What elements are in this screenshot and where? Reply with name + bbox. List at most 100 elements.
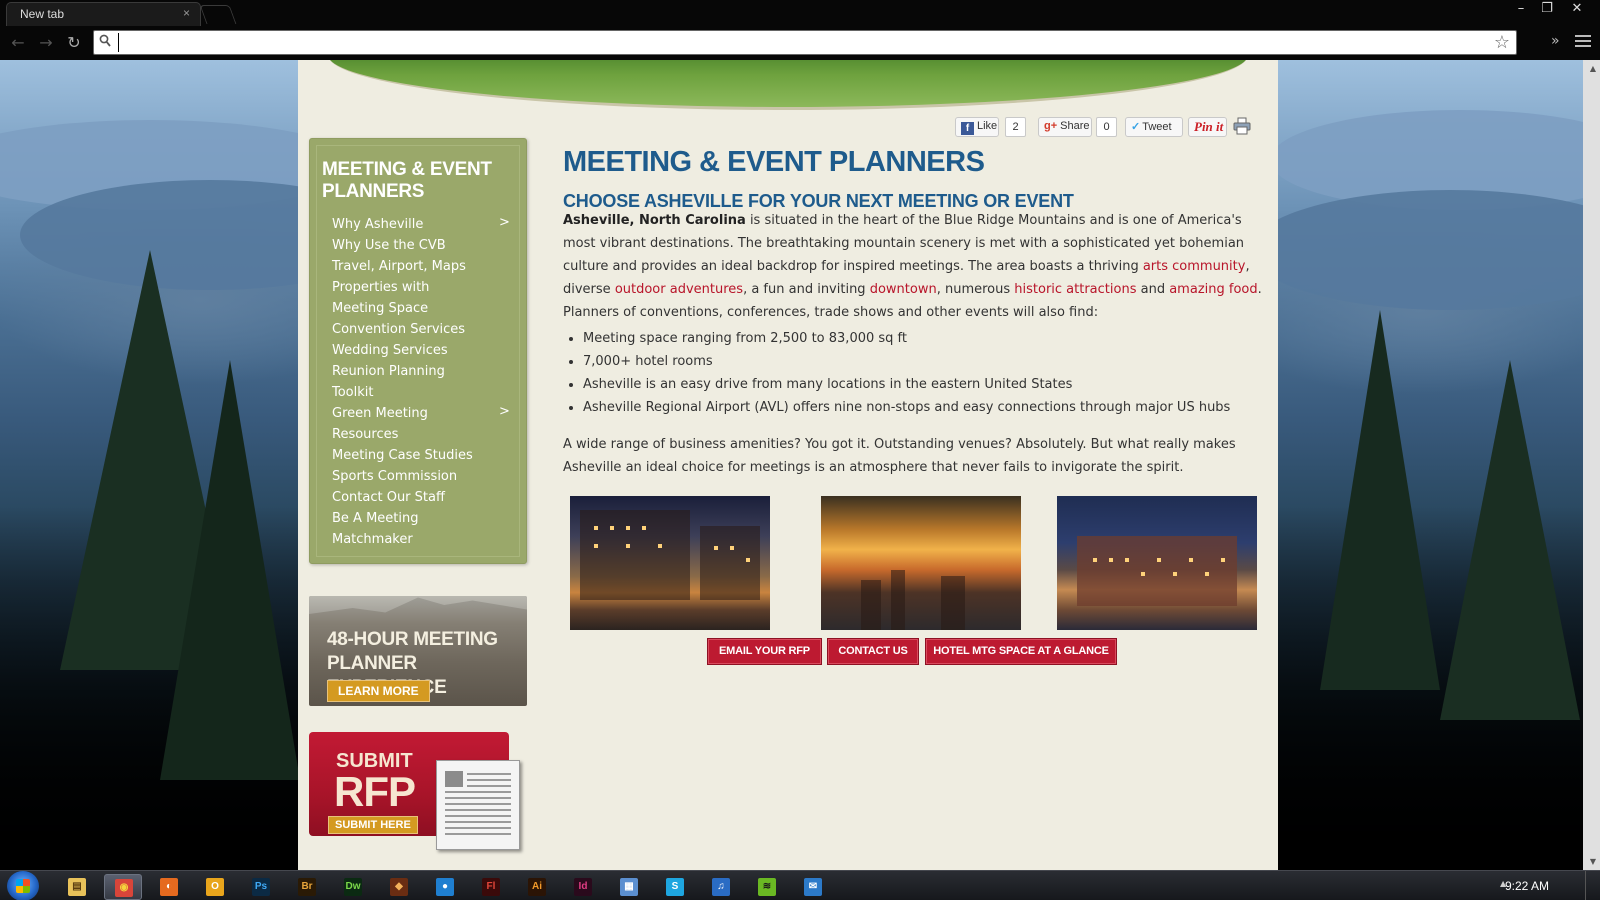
- taskbar-app-dreamweaver[interactable]: Dw: [334, 874, 372, 900]
- downtown-link[interactable]: downtown: [870, 282, 937, 297]
- sidebar-heading: MEETING & EVENT PLANNERS: [322, 159, 492, 202]
- search-icon: [99, 34, 111, 52]
- show-desktop-button[interactable]: [1585, 871, 1600, 900]
- start-button[interactable]: [7, 871, 39, 900]
- amazing-food-link[interactable]: amazing food: [1169, 282, 1257, 297]
- explorer-icon: ▤: [68, 878, 86, 896]
- content-column: f Like 2 g+ Share 0 ✓ Tweet Pin it MEETING …: [298, 60, 1278, 870]
- scroll-up-icon[interactable]: ▲: [1590, 64, 1596, 73]
- intro-text: and: [1136, 282, 1170, 297]
- browser-chrome: New tab × – ❐ ✕ ← → ↻ ☆ »: [0, 0, 1600, 60]
- mountain-ridge: [1250, 190, 1600, 310]
- google-plus-share-button[interactable]: g+ Share: [1038, 117, 1092, 137]
- taskbar-app-itunes[interactable]: ♫: [702, 874, 740, 900]
- submit-here-button[interactable]: SUBMIT HERE: [328, 816, 418, 834]
- pinterest-button[interactable]: Pin it: [1188, 117, 1227, 137]
- address-bar[interactable]: ☆: [93, 30, 1517, 55]
- arts-community-link[interactable]: arts community: [1143, 259, 1246, 274]
- taskbar-app-chrome[interactable]: ◉: [104, 874, 142, 900]
- taskbar-app-photoshop[interactable]: Ps: [242, 874, 280, 900]
- historic-attractions-link[interactable]: historic attractions: [1014, 282, 1136, 297]
- sidebar-item-matchmaker[interactable]: Be A Meeting: [332, 509, 512, 529]
- taskbar-app-bridge[interactable]: Br: [288, 874, 326, 900]
- sidebar-item-travel[interactable]: Travel, Airport, Maps: [332, 257, 512, 277]
- submenu-arrow-icon: >: [499, 404, 510, 419]
- facebook-like-count: 2: [1005, 117, 1026, 137]
- sidebar-nav: MEETING & EVENT PLANNERS Why Asheville >…: [309, 138, 527, 564]
- sidebar-item-wedding-services[interactable]: Wedding Services: [332, 341, 512, 361]
- submenu-arrow-icon: >: [499, 215, 510, 230]
- sidebar-item-contact-staff[interactable]: Contact Our Staff: [332, 488, 512, 508]
- browser-tab[interactable]: New tab ×: [6, 2, 201, 26]
- restore-button[interactable]: ❐: [1534, 0, 1560, 18]
- minimize-button[interactable]: –: [1508, 0, 1534, 18]
- browser-menu-icon[interactable]: [1575, 35, 1591, 49]
- twitter-icon: ✓: [1131, 121, 1141, 133]
- photoshop-icon: Ps: [252, 878, 270, 896]
- email-rfp-button[interactable]: EMAIL YOUR RFP: [707, 638, 822, 665]
- tweet-label: Tweet: [1142, 121, 1172, 133]
- taskbar-app-illustrator[interactable]: Ai: [518, 874, 556, 900]
- extensions-chevron-icon[interactable]: »: [1551, 33, 1560, 49]
- taskbar-app-skype[interactable]: S: [656, 874, 694, 900]
- list-item: 7,000+ hotel rooms: [583, 350, 1263, 373]
- sidebar-item-properties-cont[interactable]: Meeting Space: [332, 299, 512, 319]
- tweet-button[interactable]: ✓ Tweet: [1125, 117, 1183, 137]
- outdoor-adventures-link[interactable]: outdoor adventures: [615, 282, 743, 297]
- sidebar-item-sports-commission[interactable]: Sports Commission: [332, 467, 512, 487]
- sidebar-item-properties[interactable]: Properties with: [332, 278, 512, 298]
- intro-bold: Asheville, North Carolina: [563, 213, 746, 228]
- indesign-icon: Id: [574, 878, 592, 896]
- sidebar-item-green-meeting-cont[interactable]: Resources: [332, 425, 512, 445]
- pine-tree: [160, 360, 300, 780]
- learn-more-button[interactable]: LEARN MORE: [327, 680, 430, 702]
- sidebar-item-toolkit[interactable]: Toolkit: [332, 383, 512, 403]
- tab-close-icon[interactable]: ×: [183, 6, 190, 20]
- reload-button[interactable]: ↻: [64, 33, 84, 53]
- taskbar-app-notepad[interactable]: ▦: [610, 874, 648, 900]
- sidebar-item-matchmaker-cont[interactable]: Matchmaker: [332, 530, 512, 550]
- promo-48-hour-experience[interactable]: 48-HOUR MEETING PLANNER EXPERIENCE LEARN…: [309, 596, 527, 706]
- sidebar-item-why-asheville[interactable]: Why Asheville: [332, 215, 512, 235]
- sidebar-item-green-meeting[interactable]: Green Meeting: [332, 404, 512, 424]
- google-plus-icon: g+: [1044, 120, 1058, 132]
- taskbar-app-skype-blue[interactable]: ●: [426, 874, 464, 900]
- taskbar-app-firefox[interactable]: ◐: [150, 874, 188, 900]
- sidebar-item-case-studies[interactable]: Meeting Case Studies: [332, 446, 512, 466]
- sidebar-item-reunion-planning[interactable]: Reunion Planning: [332, 362, 512, 382]
- outlook-app-icon: ✉: [804, 878, 822, 896]
- pine-tree: [1440, 360, 1580, 720]
- facebook-like-label: Like: [977, 120, 998, 132]
- address-input[interactable]: [118, 33, 1478, 52]
- intro-paragraph: Asheville, North Carolina is situated in…: [563, 209, 1263, 324]
- bookmark-star-icon[interactable]: ☆: [1494, 32, 1510, 53]
- google-plus-count: 0: [1096, 117, 1117, 137]
- taskbar-app-explorer[interactable]: ▤: [58, 874, 96, 900]
- back-button[interactable]: ←: [8, 33, 28, 53]
- firefox-icon: ◐: [160, 878, 178, 896]
- taskbar-app-fireworks-app[interactable]: ◆: [380, 874, 418, 900]
- taskbar-app-outlook[interactable]: O: [196, 874, 234, 900]
- print-icon[interactable]: [1233, 117, 1251, 135]
- taskbar-app-outlook-app[interactable]: ✉: [794, 874, 832, 900]
- window-close-button[interactable]: ✕: [1560, 0, 1594, 18]
- scroll-down-icon[interactable]: ▼: [1590, 857, 1596, 866]
- facebook-like-button[interactable]: f Like: [955, 117, 999, 137]
- sidebar-item-why-use-cvb[interactable]: Why Use the CVB: [332, 236, 512, 256]
- downtown-night-photo: [570, 496, 770, 630]
- system-clock[interactable]: 9:22 AM: [1505, 879, 1549, 893]
- taskbar-app-flash[interactable]: Fl: [472, 874, 510, 900]
- new-tab-button[interactable]: [199, 5, 237, 24]
- taskbar-app-indesign[interactable]: Id: [564, 874, 602, 900]
- bridge-icon: Br: [298, 878, 316, 896]
- page-scrollbar[interactable]: ▲ ▼: [1583, 60, 1600, 870]
- forward-button[interactable]: →: [36, 33, 56, 53]
- sidebar-item-convention-services[interactable]: Convention Services: [332, 320, 512, 340]
- social-share-bar: f Like 2 g+ Share 0 ✓ Tweet Pin it: [955, 117, 1255, 137]
- taskbar-app-spotify[interactable]: ≋: [748, 874, 786, 900]
- page-viewport: f Like 2 g+ Share 0 ✓ Tweet Pin it MEETING …: [0, 60, 1600, 870]
- hotel-meeting-space-button[interactable]: HOTEL MTG SPACE AT A GLANCE: [925, 638, 1117, 665]
- contact-us-button[interactable]: CONTACT US: [827, 638, 919, 665]
- closing-paragraph: A wide range of business amenities? You …: [563, 437, 1236, 475]
- list-item: Asheville is an easy drive from many loc…: [583, 373, 1263, 396]
